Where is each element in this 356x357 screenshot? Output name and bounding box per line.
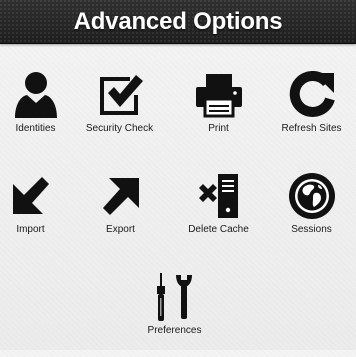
options-grid: Identities Security Check Print Refresh … [0,0,356,350]
checkbox-icon [75,69,164,121]
security-check-button[interactable]: Security Check [75,69,164,155]
export-label: Export [106,224,135,235]
refresh-icon [267,69,356,121]
sessions-button[interactable]: Sessions [267,170,356,256]
person-icon [0,69,80,121]
import-label: Import [16,224,45,235]
tools-icon [130,271,219,323]
globe-icon [267,170,356,222]
delete-cache-button[interactable]: Delete Cache [174,170,263,256]
refresh-sites-button[interactable]: Refresh Sites [267,69,356,155]
import-button[interactable]: Import [0,170,75,256]
print-label: Print [208,123,229,134]
security-check-label: Security Check [85,123,154,134]
refresh-sites-label: Refresh Sites [281,123,342,134]
arrow-down-left-icon [0,170,75,222]
preferences-button[interactable]: Preferences [130,271,219,357]
export-button[interactable]: Export [76,170,165,256]
delete-cache-icon [174,170,263,222]
arrow-up-right-icon [76,170,165,222]
delete-cache-label: Delete Cache [188,224,249,235]
print-button[interactable]: Print [174,69,263,155]
preferences-label: Preferences [147,325,202,336]
printer-icon [174,69,263,121]
identities-button[interactable]: Identities [0,69,80,155]
sessions-label: Sessions [291,224,332,235]
